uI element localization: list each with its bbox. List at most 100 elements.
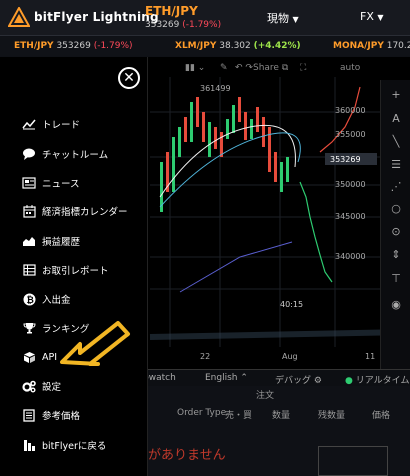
column-header: 価格	[372, 411, 391, 421]
price-tick: 350000	[335, 180, 366, 189]
ticker-price: 38.302	[219, 41, 251, 51]
chart-toolbar: ▮▮ ⌄ ✎ ↶ ↷ Share ⧉ ⛶ auto	[120, 60, 380, 78]
candle-type-icon[interactable]: ▮▮ ⌄	[185, 63, 205, 73]
menu-item-label: bitFlyerに戻る	[42, 441, 107, 452]
menu-item-label: 経済指標カレンダー	[42, 207, 128, 218]
calendar-icon	[22, 204, 36, 218]
ticker-symbol: ETH/JPY	[14, 41, 54, 51]
language-select[interactable]: English ⌃	[205, 373, 248, 383]
menu-item-chatroom[interactable]: チャットルーム	[22, 144, 108, 164]
magnet-icon[interactable]: ⊤	[388, 272, 404, 285]
price-tick: 360000	[335, 106, 366, 115]
nav-fx-dropdown[interactable]: FX ▼	[360, 10, 384, 23]
peak-label: 361499	[200, 84, 231, 93]
measure-icon[interactable]: ⇕	[388, 248, 404, 261]
close-icon: ✕	[123, 70, 135, 86]
nav-genbutsu-dropdown[interactable]: 現物 ▼	[267, 10, 299, 26]
time-label: 40:15	[280, 300, 303, 309]
menu-item-label: ニュース	[42, 179, 80, 190]
area-chart-icon	[22, 234, 36, 248]
cogs-icon	[22, 379, 36, 393]
order-panel-title: 注文	[255, 391, 274, 401]
menu-item-reference-price[interactable]: 参考価格	[22, 405, 80, 425]
close-menu-button[interactable]: ✕	[118, 67, 140, 89]
current-price-label: 353269	[330, 155, 361, 164]
bitflyer-logo-icon	[22, 438, 36, 452]
pattern-icon[interactable]: ⋰	[388, 180, 404, 193]
fullscreen-icon[interactable]: ⛶	[300, 63, 306, 73]
crosshair-icon[interactable]: +	[388, 88, 404, 101]
ticker-change: (-1.79%)	[93, 41, 133, 51]
language-label: English	[205, 373, 238, 383]
realtime-indicator[interactable]: ● リアルタイム	[345, 373, 409, 386]
newspaper-icon	[22, 176, 36, 190]
bitflyer-triangle-icon	[8, 7, 30, 27]
chevron-down-icon: ▼	[377, 13, 384, 22]
drawing-toolbar: + A ╲ ☰ ⋰ ○ ⊙ ⇕ ⊤ ◉	[380, 80, 410, 380]
menu-item-news[interactable]: ニュース	[22, 173, 80, 193]
list-doc-icon	[22, 408, 36, 422]
menu-item-deposit-withdraw[interactable]: ₿ 入出金	[22, 289, 71, 309]
menu-item-label: お取引レポート	[42, 266, 109, 277]
no-orders-message: がありません	[148, 448, 226, 463]
highlight-arrow-icon	[60, 318, 132, 378]
ticker-item[interactable]: MONA/JPY 170.20	[333, 41, 410, 51]
ticker-symbol: MONA/JPY	[333, 41, 384, 51]
undo-icon[interactable]: ↶ ↷	[235, 63, 253, 73]
chevron-down-icon: ▼	[292, 15, 299, 24]
auto-scale-button[interactable]: auto	[340, 63, 360, 73]
trophy-icon	[22, 321, 36, 335]
text-tool-icon[interactable]: A	[388, 112, 404, 125]
menu-item-settings[interactable]: 設定	[22, 376, 61, 396]
ticker-item[interactable]: XLM/JPY 38.302 (+4.42%)	[175, 41, 301, 51]
ruler-icon[interactable]: ⊙	[388, 225, 404, 238]
x-tick: Aug	[282, 352, 298, 361]
ticker-symbol: XLM/JPY	[175, 41, 217, 51]
debug-label: デバッグ	[275, 376, 312, 386]
fib-icon[interactable]: ☰	[388, 158, 404, 171]
menu-item-pnl-history[interactable]: 損益履歴	[22, 231, 80, 251]
ticker-price: 353269	[56, 41, 91, 51]
menu-item-label: API	[42, 351, 58, 363]
column-header: 残数量	[318, 411, 346, 421]
nav-fx-label: FX	[360, 10, 374, 23]
menu-item-trade[interactable]: トレード	[22, 114, 80, 134]
ticker-item[interactable]: ETH/JPY 353269 (-1.79%)	[14, 41, 133, 51]
share-button[interactable]: Share ⧉	[253, 63, 288, 73]
column-header: 数量	[272, 411, 291, 421]
menu-item-label: 参考価格	[42, 411, 81, 422]
menu-item-back-to-bitflyer[interactable]: bitFlyerに戻る	[22, 435, 106, 455]
price-chart[interactable]: 353269 360000 355000 350000 345000 34000…	[120, 57, 410, 375]
column-header: 売・買	[225, 411, 253, 421]
cube-icon	[22, 350, 36, 364]
column-header: Order Type	[177, 408, 227, 418]
ticker-price: 170.20	[386, 41, 410, 51]
menu-item-label: トレード	[42, 120, 81, 131]
price-tick: 340000	[335, 252, 366, 261]
bitflyer-logo[interactable]: bitFlyer Lightning	[8, 7, 159, 27]
empty-table-icon	[318, 446, 388, 476]
debug-button[interactable]: デバッグ ⚙	[275, 373, 322, 386]
pair-price-row: 353269 (-1.79%)	[145, 20, 221, 30]
menu-item-trade-report[interactable]: お取引レポート	[22, 260, 109, 280]
menu-item-api[interactable]: API	[22, 347, 57, 367]
chart-canvas: 353269 360000 355000 350000 345000 34000…	[149, 77, 410, 361]
top-bar: bitFlyer Lightning ETH/JPY 353269 (-1.79…	[0, 0, 410, 36]
table-grid-icon	[22, 263, 36, 277]
chart-bottom-bar: ntowatch English ⌃ デバッグ ⚙ ● リアルタイム	[120, 369, 410, 386]
candles	[160, 97, 289, 212]
menu-item-economic-calendar[interactable]: 経済指標カレンダー	[22, 201, 128, 221]
shapes-icon[interactable]: ○	[388, 202, 404, 215]
trendline-icon[interactable]: ╲	[388, 135, 404, 148]
menu-item-label: 設定	[42, 382, 62, 393]
logo-text: bitFlyer Lightning	[34, 10, 159, 24]
pencil-icon[interactable]: ✎	[220, 63, 228, 73]
bitcoin-icon: ₿	[22, 292, 36, 306]
pair-change: (-1.79%)	[182, 20, 222, 30]
realtime-label: リアルタイム	[355, 376, 410, 386]
x-tick: 22	[200, 352, 210, 361]
menu-item-label: チャットルーム	[42, 150, 109, 161]
eye-icon[interactable]: ◉	[388, 298, 404, 311]
pair-selector[interactable]: ETH/JPY 353269 (-1.79%)	[145, 4, 221, 30]
chart-line-icon	[22, 117, 36, 131]
